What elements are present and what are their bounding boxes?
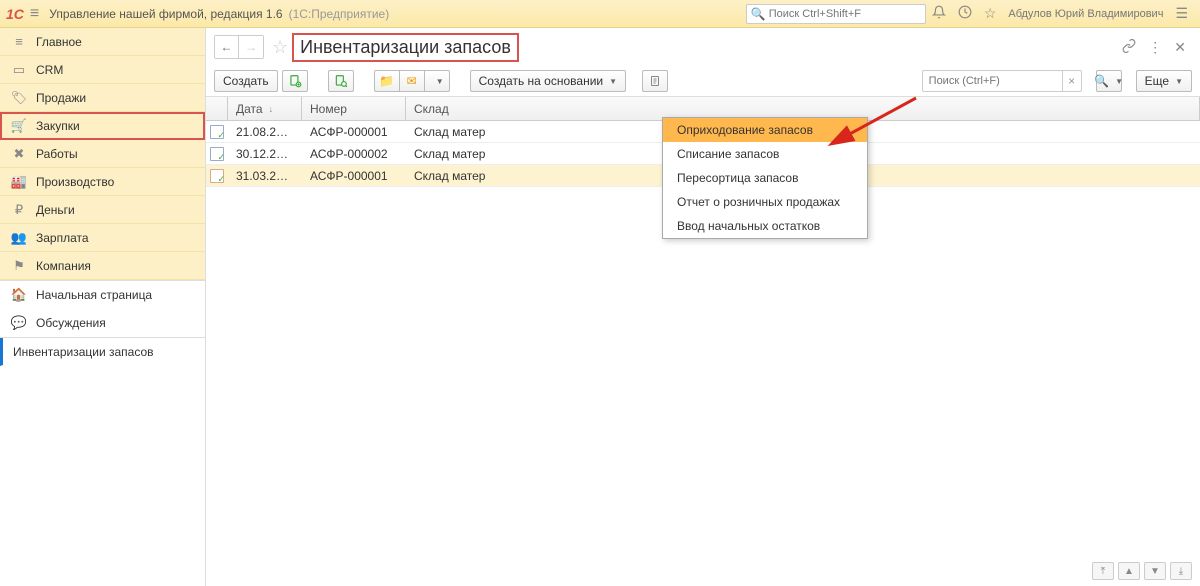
sidebar-label: Главное (36, 35, 82, 49)
user-name[interactable]: Абдулов Юрий Владимирович (1008, 8, 1163, 20)
sidebar-item-sales[interactable]: 🏷 Продажи (0, 84, 205, 112)
sidebar-label: Производство (36, 175, 114, 189)
sidebar-label: Инвентаризации запасов (13, 345, 154, 359)
action-group: 📁 ✉ ▼ (374, 70, 450, 92)
create-button[interactable]: Создать (214, 70, 278, 92)
sidebar-label: Деньги (36, 203, 75, 217)
close-icon[interactable]: ✕ (1174, 39, 1186, 56)
dropdown-item[interactable]: Ввод начальных остатков (663, 214, 867, 238)
ruble-icon: ₽ (10, 202, 28, 218)
doc-icon (210, 147, 224, 161)
cell-date: 21.08.2… (228, 125, 302, 139)
list-icon: ≡ (10, 34, 28, 49)
app-title: Управление нашей фирмой, редакция 1.6 (49, 7, 282, 21)
sidebar-item-main[interactable]: ≡ Главное (0, 28, 205, 56)
menu-icon[interactable]: ≡ (30, 5, 39, 23)
dropdown-item[interactable]: Отчет о розничных продажах (663, 190, 867, 214)
clear-search-button[interactable]: × (1062, 70, 1082, 92)
home-icon: 🏠 (10, 287, 28, 303)
main-area: ← → ☆ Инвентаризации запасов ⋮ ✕ Создать (206, 28, 1200, 586)
people-icon: 👥 (10, 230, 28, 246)
scroll-down-button[interactable]: ▼ (1144, 562, 1166, 580)
folder-button[interactable]: 📁 (374, 70, 400, 92)
dropdown-item[interactable]: Списание запасов (663, 142, 867, 166)
forward-button[interactable]: → (239, 36, 263, 58)
tag-icon: 🏷 (10, 90, 28, 106)
sidebar-item-discussions[interactable]: 💬 Обсуждения (0, 309, 205, 337)
sidebar-label: Обсуждения (36, 316, 106, 330)
kebab-icon[interactable]: ⋮ (1148, 39, 1162, 56)
favorite-icon[interactable]: ☆ (272, 37, 288, 58)
search-icon: 🔍 (751, 7, 766, 21)
sidebar-item-purchases[interactable]: 🛒 Закупки (0, 112, 205, 140)
sidebar-label: Компания (36, 259, 91, 273)
cell-date: 30.12.2… (228, 147, 302, 161)
sidebar-label: CRM (36, 63, 63, 77)
link-icon[interactable] (1122, 39, 1136, 56)
more-button[interactable]: Еще▼ (1136, 70, 1192, 92)
star-icon[interactable]: ☆ (984, 5, 997, 22)
back-button[interactable]: ← (215, 36, 239, 58)
scroll-top-button[interactable]: ⤒ (1092, 562, 1114, 580)
dropdown-item[interactable]: Пересортица запасов (663, 166, 867, 190)
page-title-highlight: Инвентаризации запасов (292, 33, 519, 62)
report-button[interactable] (642, 70, 668, 92)
toolbar: Создать 📁 ✉ ▼ Создать на основании▼ (206, 66, 1200, 96)
mail-button[interactable]: ✉ (399, 70, 425, 92)
factory-icon: 🏭 (10, 174, 28, 190)
copy-button[interactable] (282, 70, 308, 92)
scroll-up-button[interactable]: ▲ (1118, 562, 1140, 580)
cart-icon: 🛒 (10, 118, 28, 134)
sidebar-item-company[interactable]: ⚑ Компания (0, 252, 205, 280)
history-icon[interactable] (958, 5, 972, 22)
global-search[interactable]: 🔍 (746, 4, 926, 24)
app-subtitle: (1С:Предприятие) (289, 7, 390, 21)
sidebar-label: Работы (36, 147, 78, 161)
sidebar-item-homepage[interactable]: 🏠 Начальная страница (0, 281, 205, 309)
sort-icon: ↓ (269, 104, 274, 114)
app-logo: 1C (6, 6, 24, 22)
grid-nav-controls: ⤒ ▲ ▼ ⤓ (1092, 562, 1192, 580)
sidebar-item-inventory[interactable]: Инвентаризации запасов (0, 338, 205, 366)
col-date[interactable]: Дата↓ (228, 97, 302, 120)
grid-search: × (922, 70, 1082, 92)
sidebar-item-production[interactable]: 🏭 Производство (0, 168, 205, 196)
col-number[interactable]: Номер (302, 97, 406, 120)
print-button[interactable]: ▼ (424, 70, 450, 92)
sidebar-item-crm[interactable]: ▭ CRM (0, 56, 205, 84)
search-button[interactable]: 🔍▼ (1096, 70, 1122, 92)
doc-icon (210, 125, 224, 139)
doc-icon (210, 169, 224, 183)
page-header: ← → ☆ Инвентаризации запасов ⋮ ✕ (206, 28, 1200, 66)
chat-icon: 💬 (10, 315, 28, 331)
global-search-input[interactable] (769, 8, 921, 20)
create-based-dropdown: Оприходование запасов Списание запасов П… (662, 117, 868, 239)
sidebar-item-money[interactable]: ₽ Деньги (0, 196, 205, 224)
tools-icon: ✖ (10, 146, 28, 162)
scroll-bottom-button[interactable]: ⤓ (1170, 562, 1192, 580)
sidebar-label: Закупки (36, 119, 80, 133)
bell-icon[interactable] (932, 5, 946, 22)
cell-number: АСФР-000002 (302, 147, 406, 161)
sidebar-label: Зарплата (36, 231, 89, 245)
cell-number: АСФР-000001 (302, 169, 406, 183)
create-based-button[interactable]: Создать на основании▼ (470, 70, 626, 92)
flag-icon: ⚑ (10, 258, 28, 274)
cell-date: 31.03.2… (228, 169, 302, 183)
page-title: Инвентаризации запасов (300, 37, 511, 57)
crm-icon: ▭ (10, 62, 28, 78)
col-icon[interactable] (206, 97, 228, 120)
find-button[interactable] (328, 70, 354, 92)
cell-number: АСФР-000001 (302, 125, 406, 139)
sidebar-item-works[interactable]: ✖ Работы (0, 140, 205, 168)
dropdown-item[interactable]: Оприходование запасов (663, 118, 867, 142)
nav-group: ← → (214, 35, 264, 59)
sidebar-item-salary[interactable]: 👥 Зарплата (0, 224, 205, 252)
titlebar: 1C ≡ Управление нашей фирмой, редакция 1… (0, 0, 1200, 28)
settings-icon[interactable]: ☰ (1175, 5, 1188, 22)
sidebar-label: Продажи (36, 91, 86, 105)
sidebar: ≡ Главное ▭ CRM 🏷 Продажи 🛒 Закупки ✖ Ра… (0, 28, 206, 586)
grid-search-input[interactable] (922, 70, 1062, 92)
sidebar-label: Начальная страница (36, 288, 152, 302)
